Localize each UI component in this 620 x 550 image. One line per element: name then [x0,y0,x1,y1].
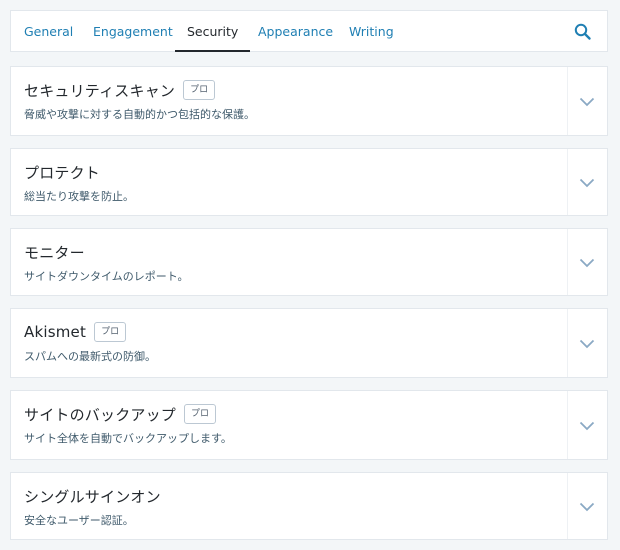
card-divider [567,473,568,539]
module-card-akismet[interactable]: Akismet プロ スパムへの最新式の防御。 [10,308,608,378]
tab-writing[interactable]: Writing [349,11,394,52]
search-icon [574,23,591,40]
tab-security[interactable]: Security [175,11,251,52]
card-title: サイトのバックアップ [24,405,177,424]
chevron-down-icon[interactable] [579,421,595,431]
card-title: シングルサインオン [24,487,161,506]
card-title: モニター [24,243,85,262]
search-button[interactable] [573,22,593,42]
card-divider [567,391,568,459]
settings-tab-bar: General Engagement Security Appearance W… [10,10,608,52]
card-description: 安全なユーザー認証。 [24,514,134,527]
card-title: プロテクト [24,163,101,182]
module-card-backup[interactable]: サイトのバックアップ プロ サイト全体を自動でバックアップします。 [10,390,608,460]
chevron-down-icon[interactable] [579,502,595,512]
card-description: サイト全体を自動でバックアップします。 [24,432,232,445]
tab-engagement[interactable]: Engagement [93,11,173,52]
card-description: 脅威や攻撃に対する自動的かつ包括的な保護。 [24,108,255,121]
module-card-monitor[interactable]: モニター サイトダウンタイムのレポート。 [10,228,608,296]
card-divider [567,67,568,135]
pro-badge: プロ [184,404,217,424]
card-divider [567,309,568,377]
chevron-down-icon[interactable] [579,258,595,268]
card-description: 総当たり攻撃を防止。 [24,190,134,203]
module-card-protect[interactable]: プロテクト 総当たり攻撃を防止。 [10,148,608,216]
card-description: スパムへの最新式の防御。 [24,350,156,363]
chevron-down-icon[interactable] [579,339,595,349]
chevron-down-icon[interactable] [579,178,595,188]
card-title: セキュリティスキャン [24,81,176,100]
tab-appearance[interactable]: Appearance [258,11,333,52]
card-divider [567,149,568,215]
card-divider [567,229,568,295]
module-card-security-scan[interactable]: セキュリティスキャン プロ 脅威や攻撃に対する自動的かつ包括的な保護。 [10,66,608,136]
tab-general[interactable]: General [24,11,73,52]
card-title: Akismet [24,323,87,341]
card-description: サイトダウンタイムのレポート。 [24,270,189,283]
module-card-sso[interactable]: シングルサインオン 安全なユーザー認証。 [10,472,608,540]
chevron-down-icon[interactable] [579,97,595,107]
pro-badge: プロ [94,322,127,342]
pro-badge: プロ [183,80,216,100]
